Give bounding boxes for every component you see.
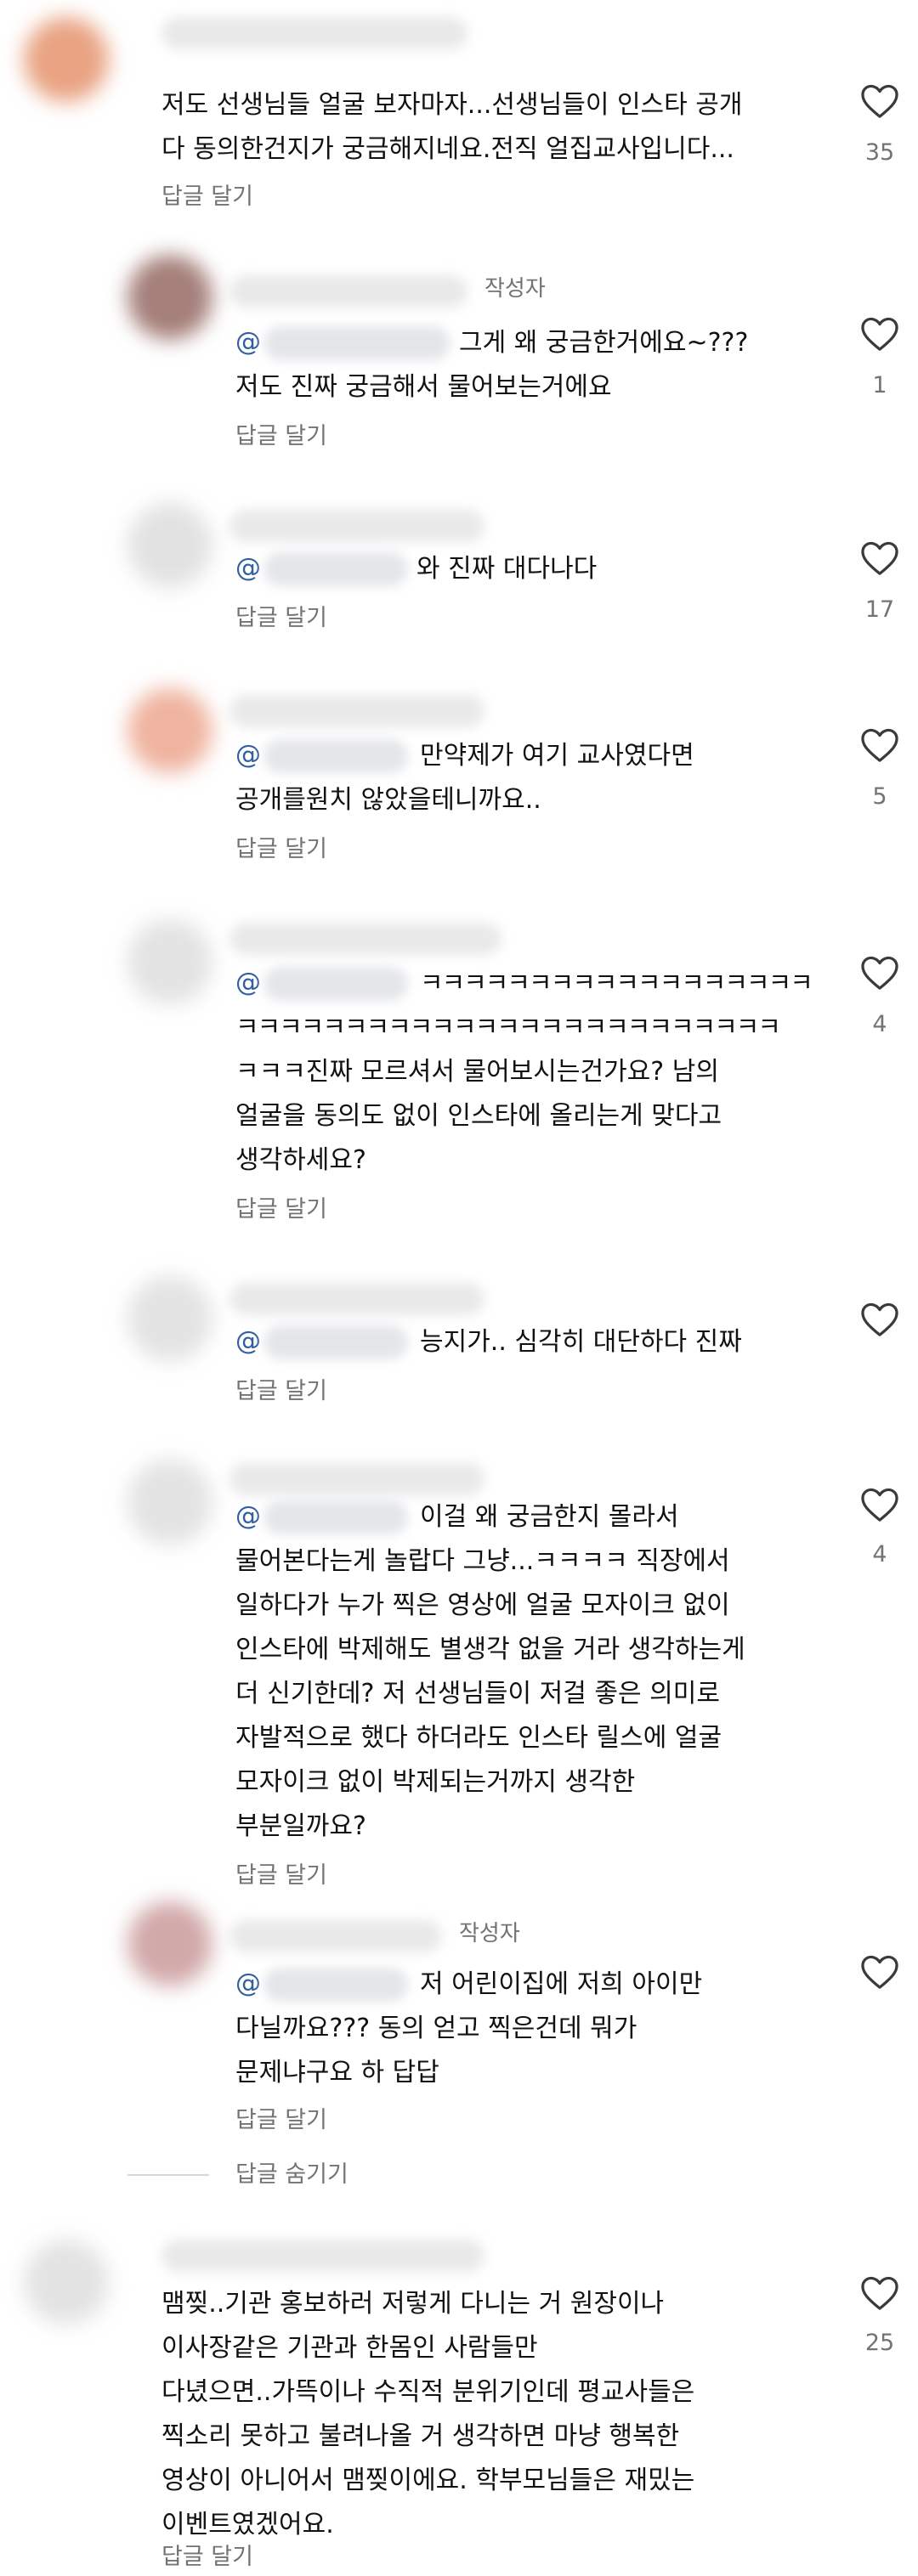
- comment-text-line: 문제냐구요 하 답답: [235, 2058, 439, 2087]
- username[interactable]: [162, 17, 468, 49]
- username[interactable]: [230, 510, 484, 542]
- avatar[interactable]: [128, 255, 212, 340]
- username[interactable]: [162, 2240, 484, 2272]
- comment-text-line: 생각하세요?: [235, 1145, 366, 1175]
- comment-text-line: 더 신기한데? 저 선생님들이 저걸 좋은 의미로: [235, 1679, 720, 1709]
- reply-button[interactable]: 답글 달기: [162, 180, 253, 214]
- mention-at[interactable]: @: [235, 323, 261, 362]
- comment-text-line: 얼굴을 동의도 없이 인스타에 올리는게 맞다고: [235, 1101, 722, 1131]
- username[interactable]: [230, 1920, 442, 1952]
- comment-text-line: ㅋㅋㅋㅋㅋㅋㅋㅋㅋㅋㅋㅋㅋㅋㅋㅋㅋㅋ: [420, 969, 813, 998]
- comment-text-line: 다녔으면..가뜩이나 수직적 분위기인데 평교사들은: [162, 2377, 695, 2407]
- heart-icon[interactable]: [860, 1302, 899, 1337]
- comment-text-line: 자발적으로 했다 하더라도 인스타 릴스에 얼굴: [235, 1723, 722, 1753]
- comment-text-line: 저 어린이집에 저희 아이만: [420, 1969, 703, 1999]
- comment-text-line: 능지가.. 심각히 대단하다 진짜: [420, 1327, 742, 1357]
- like-count: 35: [864, 139, 895, 166]
- reply-button[interactable]: 답글 달기: [235, 1375, 327, 1409]
- mention-at[interactable]: @: [235, 1322, 261, 1361]
- avatar[interactable]: [128, 1901, 212, 1986]
- username[interactable]: [230, 695, 484, 727]
- comment-text-line: 다 동의한건지가 궁금해지네요.전직 얼집교사입니다...: [162, 134, 734, 164]
- comment-text-line: ㅋㅋㅋ진짜 모르셔서 물어보시는건가요? 남의: [235, 1057, 719, 1087]
- like-count: 25: [864, 2330, 895, 2356]
- like-count: 17: [864, 596, 895, 623]
- comment-text-line: 저도 선생님들 얼굴 보자마자...선생님들이 인스타 공개: [162, 90, 743, 120]
- username[interactable]: [230, 1463, 484, 1495]
- comment-text-line: 물어본다는게 놀랍다 그냥...ㅋㅋㅋㅋ 직장에서: [235, 1546, 730, 1576]
- comment-text-line: 부분일까요?: [235, 1811, 366, 1841]
- mention-at[interactable]: @: [235, 963, 261, 1003]
- comment-text-line: 저도 진짜 궁금해서 물어보는거에요: [235, 372, 612, 402]
- heart-icon[interactable]: [860, 540, 899, 576]
- comment-text-line: 이사장같은 기관과 한몸인 사람들만: [162, 2333, 538, 2363]
- author-badge: 작성자: [484, 276, 546, 302]
- comment-text-line: 그게 왜 궁금한거에요~???: [459, 328, 749, 358]
- mention-at[interactable]: @: [235, 736, 261, 775]
- hide-replies-divider: [128, 2174, 209, 2176]
- comment-text-line: 이걸 왜 궁금한지 몰라서: [420, 1502, 679, 1532]
- mention-username[interactable]: [264, 552, 408, 586]
- heart-icon[interactable]: [860, 955, 899, 991]
- heart-icon[interactable]: [860, 2275, 899, 2311]
- comment-text-line: 모자이크 없이 박제되는거까지 생각한: [235, 1767, 636, 1797]
- heart-icon[interactable]: [860, 1954, 899, 1990]
- comment-text-line: 맴찢..기관 홍보하러 저렇게 다니는 거 원장이나: [162, 2289, 665, 2319]
- comment-text-line: 만약제가 여기 교사였다면: [420, 741, 694, 771]
- reply-button[interactable]: 답글 달기: [235, 602, 327, 636]
- avatar[interactable]: [24, 17, 109, 102]
- hide-replies-button[interactable]: 답글 숨기기: [235, 2158, 348, 2192]
- heart-icon[interactable]: [860, 83, 899, 119]
- mention-username[interactable]: [264, 1968, 408, 2002]
- avatar[interactable]: [128, 688, 212, 773]
- reply-button[interactable]: 답글 달기: [235, 1193, 327, 1227]
- mention-username[interactable]: [264, 1500, 408, 1534]
- reply-button[interactable]: 답글 달기: [162, 2540, 253, 2574]
- reply-button[interactable]: 답글 달기: [235, 2104, 327, 2138]
- mention-username[interactable]: [264, 739, 408, 773]
- like-count: 4: [872, 1011, 887, 1037]
- comment-text-line: 찍소리 못하고 불려나올 거 생각하면 마냥 행복한: [162, 2421, 680, 2451]
- reply-button[interactable]: 답글 달기: [235, 1859, 327, 1893]
- like-count: 4: [872, 1541, 887, 1568]
- mention-at[interactable]: @: [235, 549, 261, 588]
- reply-button[interactable]: 답글 달기: [235, 420, 327, 454]
- mention-at[interactable]: @: [235, 1497, 261, 1536]
- mention-at[interactable]: @: [235, 1964, 261, 2003]
- author-badge: 작성자: [459, 1921, 520, 1946]
- mention-username[interactable]: [264, 326, 450, 360]
- avatar[interactable]: [128, 919, 212, 1004]
- avatar[interactable]: [128, 1276, 212, 1361]
- username[interactable]: [230, 275, 468, 308]
- avatar[interactable]: [128, 1460, 212, 1545]
- comment-text-line: 다닐까요??? 동의 얻고 찍은건데 뭐가: [235, 2014, 638, 2043]
- avatar[interactable]: [128, 503, 212, 588]
- comment-text-line: 와 진짜 대다나다: [416, 554, 598, 584]
- username[interactable]: [230, 923, 502, 955]
- heart-icon[interactable]: [860, 1487, 899, 1522]
- comment-text-line: 공개를원치 않았을테니까요..: [235, 785, 541, 815]
- like-count: 1: [872, 372, 887, 398]
- heart-icon[interactable]: [860, 316, 899, 352]
- heart-icon[interactable]: [860, 727, 899, 763]
- comment-text-line: 일하다가 누가 찍은 영상에 얼굴 모자이크 없이: [235, 1590, 730, 1620]
- username[interactable]: [230, 1283, 484, 1315]
- mention-username[interactable]: [264, 967, 408, 1001]
- mention-username[interactable]: [264, 1325, 408, 1359]
- comment-text-line: ㅋㅋㅋㅋㅋㅋㅋㅋㅋㅋㅋㅋㅋㅋㅋㅋㅋㅋㅋㅋㅋㅋㅋㅋㅋ: [235, 1013, 781, 1042]
- comment-text-line: 이벤트였겠어요.: [162, 2510, 334, 2539]
- reply-button[interactable]: 답글 달기: [235, 833, 327, 867]
- comment-text-line: 영상이 아니어서 맴찢이에요. 학부모님들은 재밌는: [162, 2466, 695, 2495]
- comment-text-line: 인스타에 박제해도 별생각 없을 거라 생각하는게: [235, 1635, 745, 1664]
- like-count: 5: [872, 783, 887, 810]
- avatar[interactable]: [24, 2240, 109, 2325]
